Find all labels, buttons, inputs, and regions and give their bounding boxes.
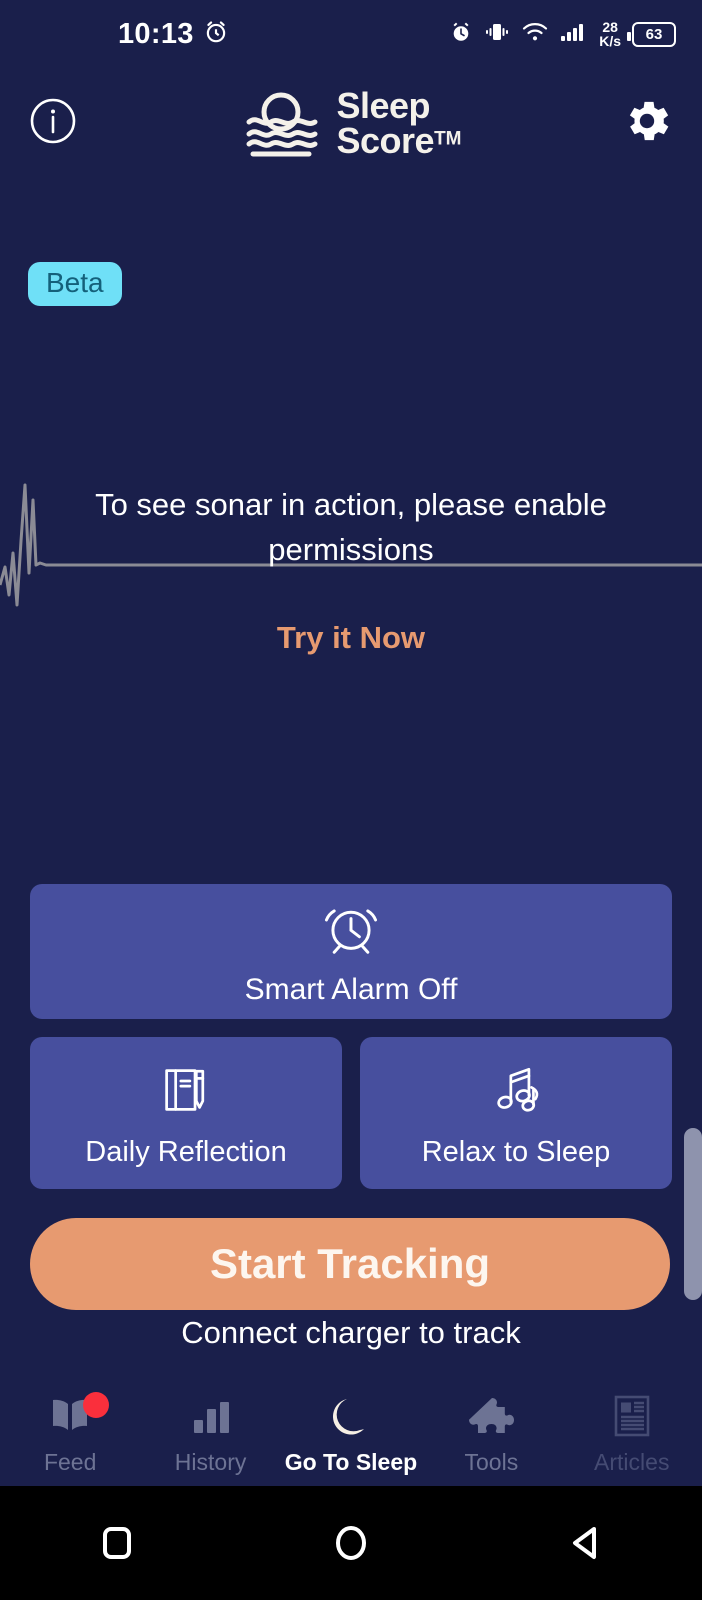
nav-item-tools[interactable]: Tools: [421, 1390, 561, 1476]
status-bar-clock: 10:13: [118, 17, 194, 50]
crescent-moon-icon: [327, 1390, 375, 1442]
alarm-icon: [449, 20, 473, 49]
android-navigation-bar: [0, 1486, 702, 1600]
puzzle-piece-icon: [468, 1390, 515, 1442]
alarm-clock-icon: [203, 19, 229, 50]
newspaper-icon: [610, 1390, 654, 1442]
try-it-now-link[interactable]: Try it Now: [0, 620, 702, 656]
brand-line-1: Sleep: [336, 84, 431, 126]
status-bar-right: 28 K/s 63: [449, 20, 676, 49]
gear-icon[interactable]: [620, 94, 674, 148]
nav-label-history: History: [174, 1449, 247, 1475]
nav-label-articles: Articles: [594, 1449, 670, 1475]
circle-home-icon[interactable]: [291, 1524, 411, 1562]
daily-reflection-card[interactable]: Daily Reflection: [30, 1037, 342, 1189]
nav-label-feed: Feed: [43, 1449, 97, 1475]
feed-unread-badge: [83, 1392, 110, 1418]
daily-reflection-label: Daily Reflection: [85, 1136, 287, 1168]
network-rate-unit: K/s: [599, 33, 621, 49]
bottom-navigation: Feed History Go To Sleep Tools Articles: [0, 1384, 702, 1486]
nav-label-go-to-sleep: Go To Sleep: [284, 1449, 418, 1475]
battery-level: 63: [645, 25, 663, 43]
start-tracking-button[interactable]: Start Tracking: [30, 1218, 670, 1310]
smart-alarm-card[interactable]: Smart Alarm Off: [30, 884, 672, 1019]
square-recents-icon[interactable]: [57, 1526, 177, 1560]
wifi-icon: [521, 21, 549, 48]
signal-icon: [560, 21, 588, 48]
sonar-permission-message: To see sonar in action, please enable pe…: [95, 487, 607, 568]
secondary-cards-row: Daily Reflection Relax to Sleep: [30, 1037, 672, 1189]
sonar-section: To see sonar in action, please enable pe…: [0, 455, 702, 685]
brand-title: Sleep ScoreTM: [336, 84, 462, 161]
network-rate: 28 K/s: [599, 20, 621, 48]
nav-label-tools: Tools: [464, 1449, 519, 1475]
network-rate-value: 28: [602, 19, 618, 35]
relax-to-sleep-card[interactable]: Relax to Sleep: [360, 1037, 672, 1189]
beta-badge: Beta: [28, 262, 122, 306]
nav-item-articles[interactable]: Articles: [562, 1390, 702, 1476]
status-bar: 10:13 28 K/s 63: [0, 0, 702, 68]
relax-to-sleep-label: Relax to Sleep: [421, 1136, 611, 1168]
nav-item-feed[interactable]: Feed: [0, 1390, 140, 1476]
journal-pen-icon: [155, 1059, 217, 1126]
nav-item-go-to-sleep[interactable]: Go To Sleep: [281, 1390, 421, 1476]
connect-charger-hint: Connect charger to track: [181, 1315, 521, 1350]
vibrate-icon: [484, 21, 510, 48]
sleep-score-sun-waves-icon: [241, 86, 321, 160]
bar-chart-icon: [188, 1390, 234, 1442]
brand: Sleep ScoreTM: [0, 86, 702, 160]
alarm-clock-outline-icon: [320, 898, 382, 965]
action-cards: Smart Alarm Off Daily Reflection Relax t…: [30, 884, 672, 1189]
trademark-symbol: TM: [434, 128, 462, 150]
scrollbar-thumb[interactable]: [684, 1128, 702, 1300]
battery-indicator: 63: [627, 21, 676, 47]
status-bar-left: 10:13: [118, 18, 229, 51]
app-screen: 10:13 28 K/s 63 Sleep ScoreTM Beta To se…: [0, 0, 702, 1600]
smart-alarm-label: Smart Alarm Off: [244, 973, 458, 1006]
music-notes-icon: [485, 1059, 547, 1126]
nav-item-history[interactable]: History: [141, 1390, 281, 1476]
brand-line-2: Score: [336, 120, 435, 161]
app-header: Sleep ScoreTM Beta: [0, 80, 702, 306]
triangle-back-icon[interactable]: [525, 1525, 645, 1561]
